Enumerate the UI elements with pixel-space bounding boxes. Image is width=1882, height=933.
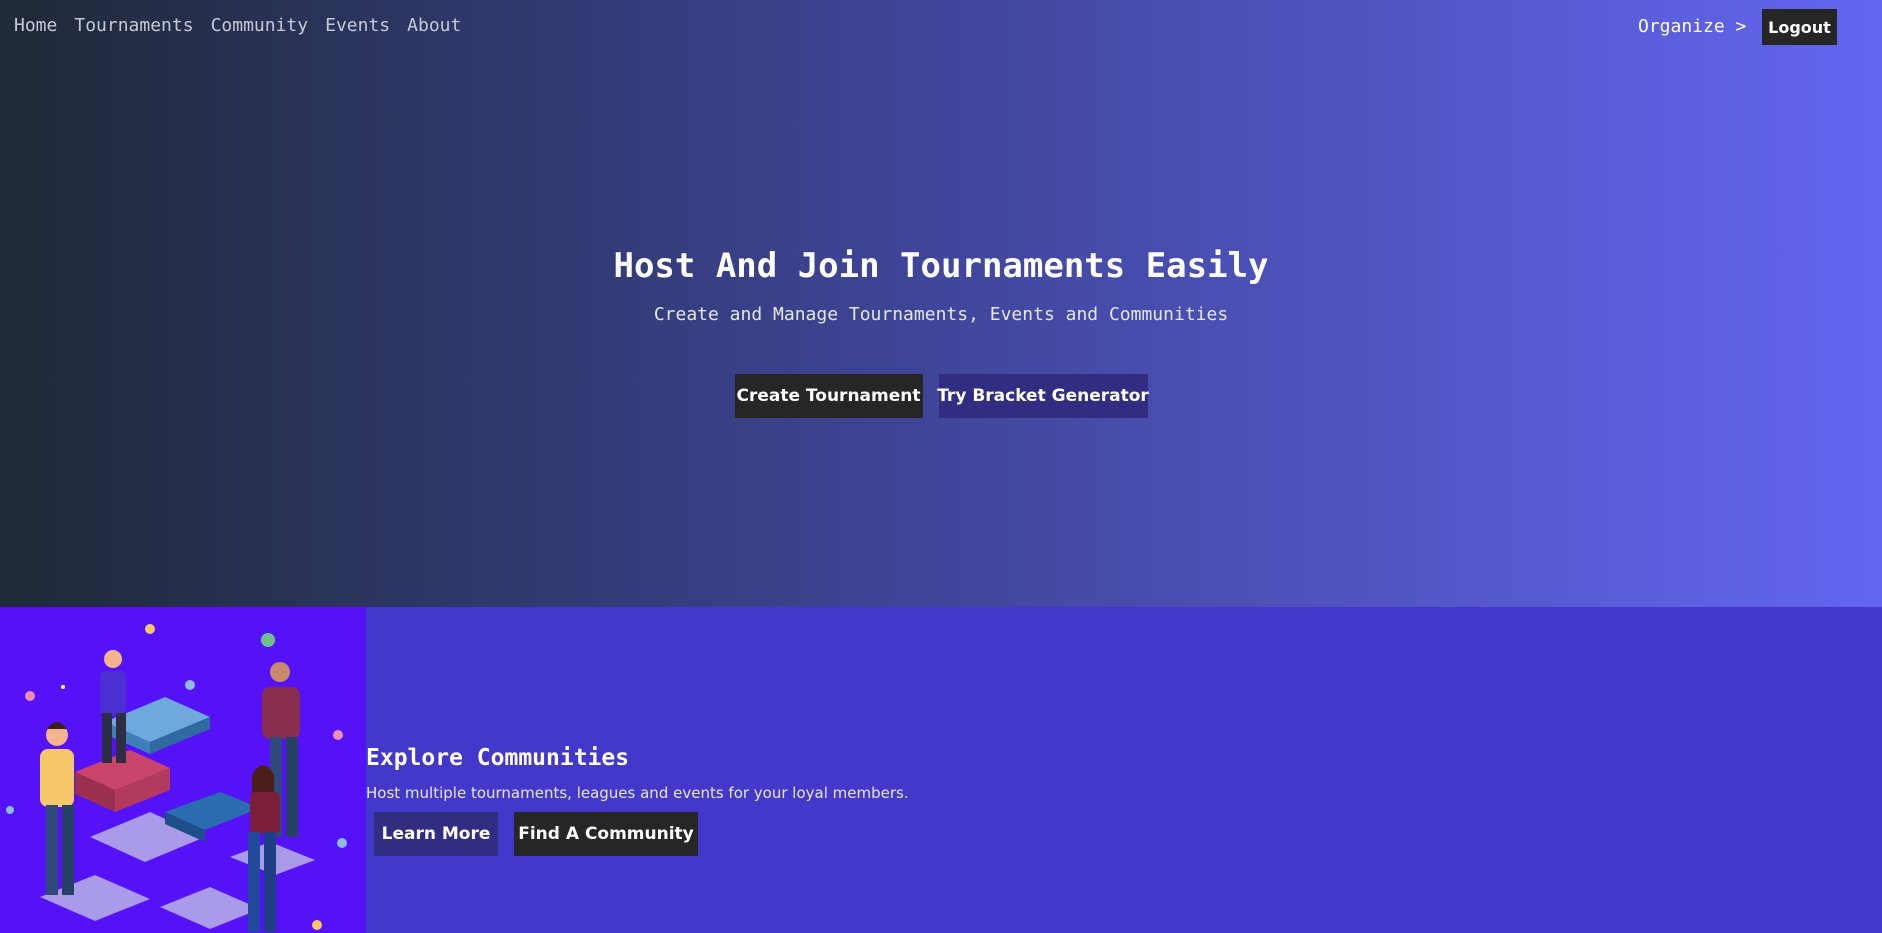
section-title: Explore Communities: [366, 745, 630, 771]
nav-community-link[interactable]: Community: [211, 14, 309, 38]
nav-about-link[interactable]: About: [407, 14, 461, 38]
nav-events-link[interactable]: Events: [325, 14, 390, 38]
hero-subtitle: Create and Manage Tournaments, Events an…: [653, 304, 1229, 325]
create-tournament-button[interactable]: Create Tournament: [734, 374, 923, 418]
people-puzzle-illustration: [0, 607, 366, 933]
main-nav: Home Tournaments Community Events About: [14, 14, 461, 38]
nav-home-link[interactable]: Home: [14, 14, 57, 38]
section-description: Host multiple tournaments, leagues and e…: [366, 784, 909, 802]
hero-title: Host And Join Tournaments Easily: [613, 246, 1269, 286]
communities-content: Explore Communities Host multiple tourna…: [366, 743, 909, 856]
find-community-button[interactable]: Find A Community: [514, 812, 698, 856]
learn-more-button[interactable]: Learn More: [374, 812, 498, 856]
organize-link[interactable]: Organize >: [1638, 15, 1746, 39]
communities-section: Explore Communities Host multiple tourna…: [0, 607, 1882, 933]
bracket-generator-button[interactable]: Try Bracket Generator: [937, 374, 1149, 418]
logout-button[interactable]: Logout: [1762, 9, 1837, 45]
hero-actions: Create Tournament Try Bracket Generator: [0, 374, 1882, 418]
communities-actions: Learn More Find A Community: [374, 812, 909, 856]
nav-tournaments-link[interactable]: Tournaments: [74, 14, 193, 38]
illustration-svg: [6, 624, 347, 932]
hero-section: Home Tournaments Community Events About …: [0, 0, 1882, 607]
